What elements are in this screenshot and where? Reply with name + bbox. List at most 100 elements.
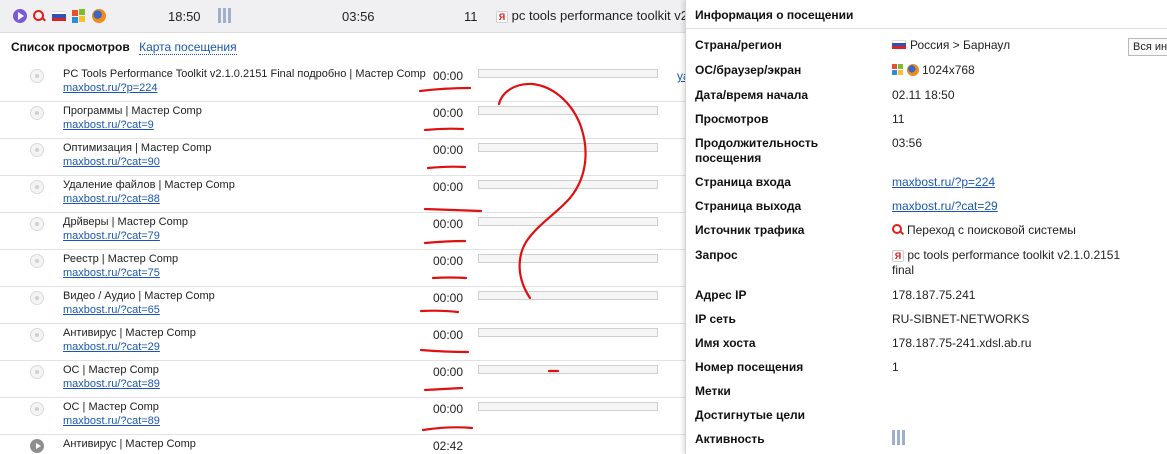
exit-value: maxbost.ru/?cat=29 xyxy=(892,199,998,214)
tab-visit-map[interactable]: Карта посещения xyxy=(139,40,237,55)
time-on-page: 00:00 xyxy=(433,69,464,83)
time-bar xyxy=(478,69,658,78)
page-title: ОС | Мастер Comp xyxy=(63,364,159,376)
ip-value: 178.187.75.241 xyxy=(892,288,976,302)
russia-flag-icon xyxy=(892,40,906,49)
list-item[interactable]: Программы | Мастер Comp maxbost.ru/?cat=9… xyxy=(0,102,690,139)
activity-label: Активность xyxy=(695,432,765,446)
source-value: Переход с поисковой системы xyxy=(892,223,1076,238)
time-on-page: 00:00 xyxy=(433,291,464,305)
list-item[interactable]: Оптимизация | Мастер Comp maxbost.ru/?cat… xyxy=(0,139,690,176)
visit-no-label: Номер посещения xyxy=(695,360,804,374)
firefox-icon xyxy=(92,9,106,23)
exit-label: Страница выхода xyxy=(695,199,802,213)
list-item[interactable]: ОС | Мастер Comp maxbost.ru/?cat=89 00:00 xyxy=(0,398,690,435)
net-value: RU-SIBNET-NETWORKS xyxy=(892,312,1030,326)
time-bar xyxy=(478,291,658,300)
search-query: Я pc tools performance toolkit v2.1 xyxy=(496,8,699,23)
views-value: 11 xyxy=(892,112,905,126)
pageview-icon xyxy=(30,143,44,157)
time-on-page: 02:42 xyxy=(433,439,464,453)
russia-flag-icon xyxy=(52,11,66,21)
time-on-page: 00:00 xyxy=(433,328,464,342)
visit-info-panel: Информация о посещении Страна/регион Рос… xyxy=(685,0,1167,454)
page-title: Антивирус | Мастер Comp xyxy=(63,438,196,450)
time-on-page: 00:00 xyxy=(433,254,464,268)
divider xyxy=(686,28,1167,29)
list-item[interactable]: PC Tools Performance Toolkit v2.1.0.2151… xyxy=(0,65,690,102)
page-title: Программы | Мастер Comp xyxy=(63,105,202,117)
activity-bars-icon xyxy=(892,430,907,446)
net-label: IP сеть xyxy=(695,312,736,326)
windows-icon xyxy=(72,9,86,23)
entry-value: maxbost.ru/?p=224 xyxy=(892,175,995,190)
visit-duration: 03:56 xyxy=(342,9,375,24)
page-url-link[interactable]: maxbost.ru/?cat=75 xyxy=(63,267,160,279)
views-count: 11 xyxy=(464,9,478,24)
time-on-page: 00:00 xyxy=(433,365,464,379)
page-title: Видео / Аудио | Мастер Comp xyxy=(63,290,215,302)
list-item[interactable]: Антивирус | Мастер Comp 02:42 xyxy=(0,435,690,454)
query-value: Я pc tools performance toolkit v2.1.0.21… xyxy=(892,248,1120,263)
time-bar xyxy=(478,254,658,263)
page-url-link[interactable]: maxbost.ru/?cat=90 xyxy=(63,156,160,168)
play-icon[interactable] xyxy=(30,439,44,453)
views-label: Просмотров xyxy=(695,112,769,126)
list-item[interactable]: ОС | Мастер Comp maxbost.ru/?cat=89 00:00 xyxy=(0,361,690,398)
start-time: 18:50 xyxy=(168,9,201,24)
view-tabs: Список просмотров Карта посещения xyxy=(11,40,237,55)
list-item[interactable]: Дрйверы | Мастер Comp maxbost.ru/?cat=79 0… xyxy=(0,213,690,250)
list-item[interactable]: Удаление файлов | Мастер Comp maxbost.ru/… xyxy=(0,176,690,213)
page-title: Оптимизация | Мастер Comp xyxy=(63,142,212,154)
goals-label: Достигнутые цели xyxy=(695,408,806,422)
query-label: Запрос xyxy=(695,248,738,262)
page-url-link[interactable]: maxbost.ru/?cat=79 xyxy=(63,230,160,242)
country-value: Россия > Барнаул xyxy=(892,38,1010,53)
entry-page-link[interactable]: maxbost.ru/?p=224 xyxy=(892,175,995,189)
page-url-link[interactable]: maxbost.ru/?cat=88 xyxy=(63,193,160,205)
time-on-page: 00:00 xyxy=(433,217,464,231)
page-title: Антивирус | Мастер Comp xyxy=(63,327,196,339)
query-value-cont: final xyxy=(892,263,915,277)
tab-views-list[interactable]: Список просмотров xyxy=(11,40,130,54)
list-item[interactable]: Антивирус | Мастер Comp maxbost.ru/?cat=2… xyxy=(0,324,690,361)
pageview-icon xyxy=(30,291,44,305)
ip-label: Адрес IP xyxy=(695,288,747,302)
time-on-page: 00:00 xyxy=(433,143,464,157)
time-on-page: 00:00 xyxy=(433,402,464,416)
pageview-icon xyxy=(30,217,44,231)
host-label: Имя хоста xyxy=(695,336,756,350)
pageview-icon xyxy=(30,106,44,120)
yandex-icon: Я xyxy=(496,10,508,23)
time-on-page: 00:00 xyxy=(433,180,464,194)
time-on-page: 00:00 xyxy=(433,106,464,120)
windows-icon xyxy=(892,64,904,76)
yandex-icon: Я xyxy=(892,249,904,262)
page-url-link[interactable]: maxbost.ru/?cat=89 xyxy=(63,415,160,427)
pageview-list: PC Tools Performance Toolkit v2.1.0.2151… xyxy=(0,65,690,454)
list-item[interactable]: Видео / Аудио | Мастер Comp maxbost.ru/?c… xyxy=(0,287,690,324)
page-url-link[interactable]: maxbost.ru/?cat=89 xyxy=(63,378,160,390)
more-info-button[interactable]: Вся ин xyxy=(1128,38,1167,56)
list-item[interactable]: Реестр | Мастер Comp maxbost.ru/?cat=75 00… xyxy=(0,250,690,287)
activity-bars-icon xyxy=(218,8,233,24)
page-url-link[interactable]: maxbost.ru/?cat=9 xyxy=(63,119,154,131)
tags-label: Метки xyxy=(695,384,731,398)
page-url-link[interactable]: maxbost.ru/?cat=65 xyxy=(63,304,160,316)
page-url-link[interactable]: maxbost.ru/?cat=29 xyxy=(63,341,160,353)
source-label: Источник трафика xyxy=(695,223,805,237)
exit-page-link[interactable]: maxbost.ru/?cat=29 xyxy=(892,199,998,213)
duration-label: Продолжительность посещения xyxy=(695,136,819,165)
pageview-icon xyxy=(30,180,44,194)
page-title: PC Tools Performance Toolkit v2.1.0.2151… xyxy=(63,68,426,80)
duration-value: 03:56 xyxy=(892,136,923,150)
search-icon xyxy=(892,224,904,236)
page-title: ОС | Мастер Comp xyxy=(63,401,159,413)
page-url-link[interactable]: maxbost.ru/?p=224 xyxy=(63,82,157,94)
firefox-icon xyxy=(907,64,919,76)
time-bar xyxy=(478,217,658,226)
search-icon xyxy=(32,9,46,23)
play-icon[interactable] xyxy=(13,9,27,23)
os-label: ОС/браузер/экран xyxy=(695,63,802,77)
entry-label: Страница входа xyxy=(695,175,791,189)
